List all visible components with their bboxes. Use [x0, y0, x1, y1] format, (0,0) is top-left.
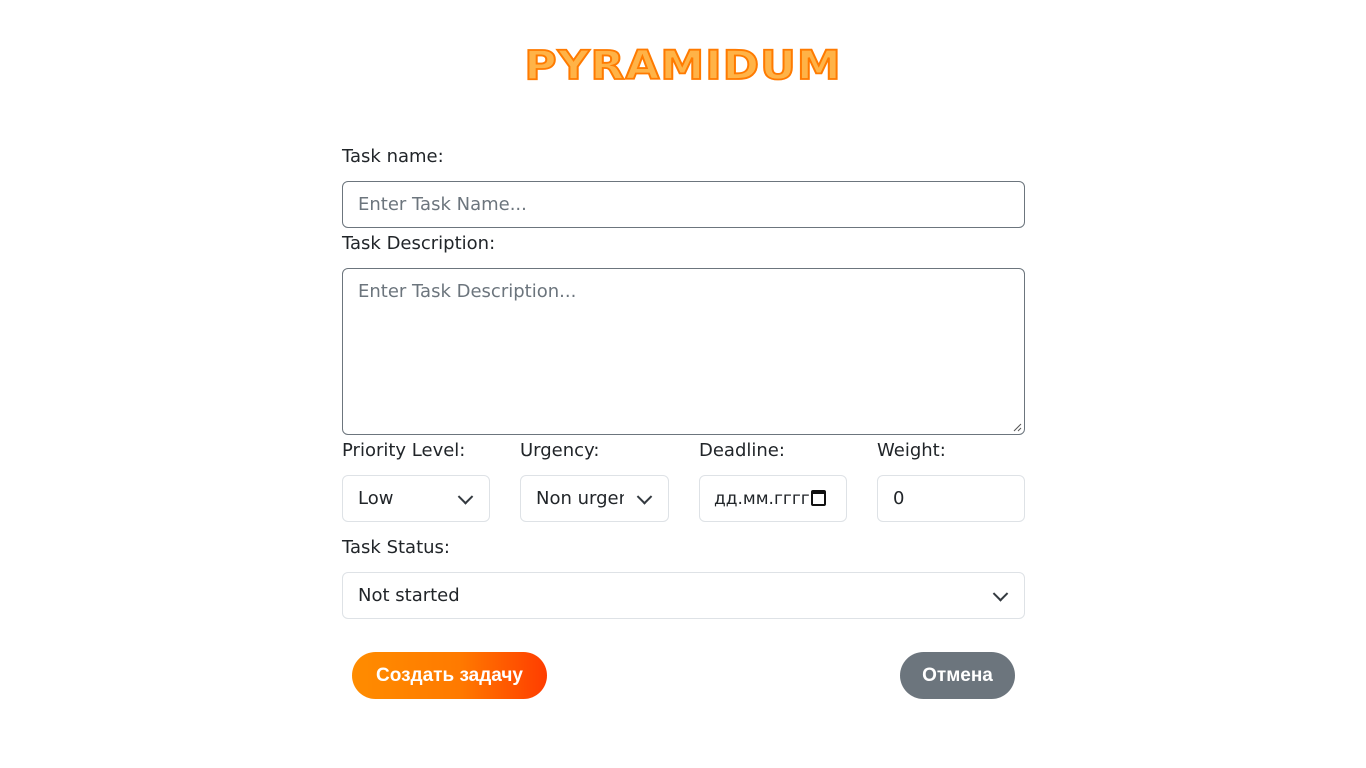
priority-label: Priority Level:: [342, 440, 466, 461]
urgency-select[interactable]: Non urgent: [520, 475, 669, 522]
deadline-date-input[interactable]: дд.мм.гггг: [699, 475, 847, 522]
priority-select[interactable]: Low: [342, 475, 490, 522]
weight-value: 0: [893, 488, 905, 509]
app-logo: PYRAMIDUM: [0, 36, 1366, 96]
task-name-input[interactable]: Enter Task Name...: [342, 181, 1025, 228]
weight-input[interactable]: 0: [877, 475, 1025, 522]
chevron-down-icon: [992, 585, 1009, 602]
calendar-icon[interactable]: [811, 490, 826, 506]
resize-handle-icon[interactable]: [1012, 422, 1022, 432]
chevron-down-icon: [636, 488, 653, 505]
task-name-label: Task name:: [342, 146, 444, 167]
deadline-label: Deadline:: [699, 440, 785, 461]
priority-value: Low: [358, 488, 394, 509]
task-description-textarea[interactable]: Enter Task Description...: [342, 268, 1025, 435]
task-status-value: Not started: [358, 585, 460, 606]
task-description-label: Task Description:: [342, 233, 496, 254]
chevron-down-icon: [457, 488, 474, 505]
task-status-select[interactable]: Not started: [342, 572, 1025, 619]
deadline-value: дд.мм.гггг: [714, 488, 810, 509]
cancel-button[interactable]: Отмена: [900, 652, 1015, 699]
create-task-button[interactable]: Создать задачу: [352, 652, 547, 699]
logo-text: PYRAMIDUM: [523, 41, 842, 90]
task-name-placeholder: Enter Task Name...: [358, 194, 527, 215]
task-description-placeholder: Enter Task Description...: [358, 281, 577, 302]
urgency-value: Non urgent: [536, 488, 624, 509]
task-status-label: Task Status:: [342, 537, 450, 558]
urgency-label: Urgency:: [520, 440, 600, 461]
weight-label: Weight:: [877, 440, 946, 461]
